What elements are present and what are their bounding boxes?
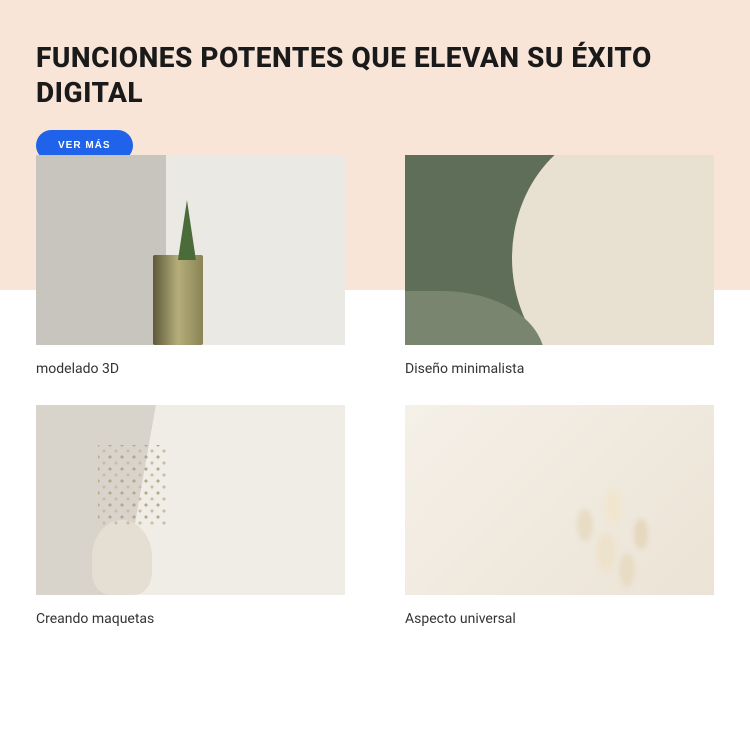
feature-image [405,155,714,345]
feature-card-diseno-minimalista[interactable]: Diseño minimalista [405,155,714,377]
feature-label: Diseño minimalista [405,361,714,377]
feature-label: modelado 3D [36,361,345,377]
feature-card-aspecto-universal[interactable]: Aspecto universal [405,405,714,627]
feature-card-modelado-3d[interactable]: modelado 3D [36,155,345,377]
feature-image [36,155,345,345]
feature-card-creando-maquetas[interactable]: Creando maquetas [36,405,345,627]
feature-label: Aspecto universal [405,611,714,627]
page-title: FUNCIONES POTENTES QUE ELEVAN SU ÉXITO D… [36,40,714,110]
feature-grid: modelado 3D Diseño minimalista Creando m… [36,155,714,627]
feature-image [405,405,714,595]
feature-image [36,405,345,595]
feature-label: Creando maquetas [36,611,345,627]
